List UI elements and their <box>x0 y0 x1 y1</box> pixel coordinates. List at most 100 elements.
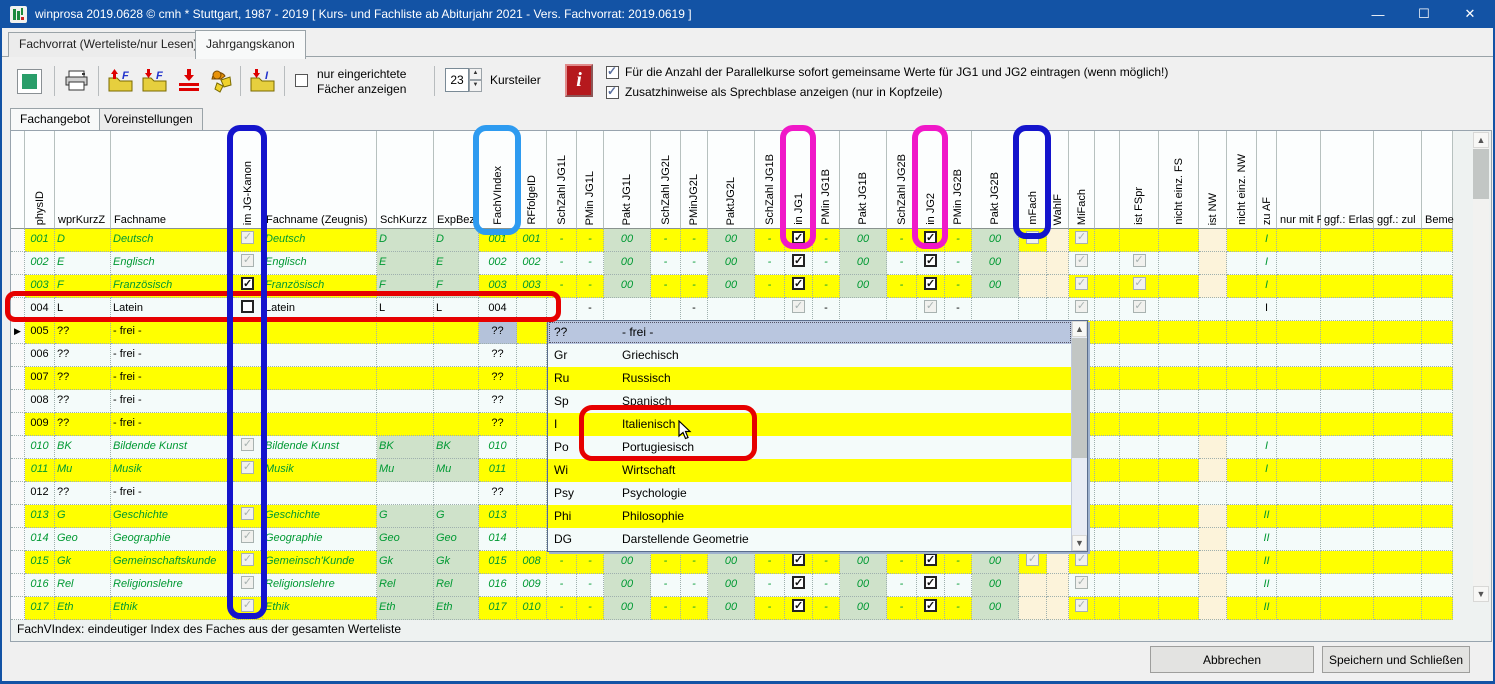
grid-cell-a2l[interactable] <box>708 298 755 321</box>
grid-cell-sk[interactable]: L <box>377 298 434 321</box>
grid-cell-c28[interactable] <box>1095 298 1120 321</box>
dropdown-item[interactable]: PoPortugiesisch <box>548 436 1072 459</box>
grid-cell-name[interactable]: - frei - <box>111 482 233 505</box>
dropdown-item[interactable]: SpSpanisch <box>548 390 1072 413</box>
grid-cell-physid[interactable]: 004 <box>25 298 55 321</box>
grid-cell-fvi[interactable]: 015 <box>479 551 517 574</box>
grid-cell-sk[interactable] <box>377 413 434 436</box>
grid-cell-s1b[interactable]: - <box>755 574 785 597</box>
grid-cell-name[interactable]: Gemeinschaftskunde <box>111 551 233 574</box>
grid-cell-s1l[interactable]: - <box>547 574 577 597</box>
grid-cell-a2b[interactable] <box>972 298 1019 321</box>
grid-cell-mfach[interactable] <box>1019 597 1047 620</box>
grid-cell-nw[interactable] <box>1199 459 1227 482</box>
dropdown-item[interactable]: GrGriechisch <box>548 344 1072 367</box>
grid-cell-jg1[interactable]: ✓ <box>785 229 813 252</box>
grid-cell-fvi[interactable]: ?? <box>479 482 517 505</box>
grid-cell-mifach[interactable]: ✓ <box>1069 597 1095 620</box>
grid-cell-wpr[interactable]: Eth <box>55 597 111 620</box>
grid-cell-nw[interactable] <box>1199 229 1227 252</box>
grid-cell-fspr[interactable] <box>1120 229 1159 252</box>
grid-cell-nefs[interactable] <box>1159 252 1199 275</box>
grid-cell-jg1[interactable]: ✓ <box>785 597 813 620</box>
grid-cell-jg2[interactable]: ✓ <box>917 551 945 574</box>
grid-cell-zul[interactable] <box>1374 252 1422 275</box>
grid-cell-wpr[interactable]: ?? <box>55 413 111 436</box>
grid-cell-nurmitp[interactable] <box>1277 321 1321 344</box>
grid-cell-nenw[interactable] <box>1227 252 1257 275</box>
grid-cell-name[interactable]: Ethik <box>111 597 233 620</box>
grid-cell-erlas[interactable] <box>1321 528 1374 551</box>
grid-cell-kanon[interactable]: ✓ <box>233 574 263 597</box>
grid-cell-p2l[interactable]: - <box>681 574 708 597</box>
grid-cell-zuaf[interactable]: II <box>1257 528 1277 551</box>
grid-cell-nefs[interactable] <box>1159 574 1199 597</box>
grid-cell-erlas[interactable] <box>1321 390 1374 413</box>
grid-cell-wpr[interactable]: L <box>55 298 111 321</box>
grid-cell-s2b[interactable]: - <box>887 229 917 252</box>
grid-cell-physid[interactable]: 002 <box>25 252 55 275</box>
grid-cell-s2b[interactable]: - <box>887 551 917 574</box>
grid-cell-nw[interactable] <box>1199 275 1227 298</box>
cell-checkbox[interactable]: ✓ <box>924 576 937 589</box>
grid-cell-a2l[interactable]: 00 <box>708 597 755 620</box>
grid-cell-sk[interactable] <box>377 482 434 505</box>
grid-cell-kanon[interactable] <box>233 390 263 413</box>
cell-checkbox[interactable]: ✓ <box>924 231 937 244</box>
grid-cell-name[interactable]: Englisch <box>111 252 233 275</box>
grid-cell-erlas[interactable] <box>1321 505 1374 528</box>
grid-cell-mifach[interactable]: ✓ <box>1069 298 1095 321</box>
grid-cell-kanon[interactable] <box>233 367 263 390</box>
scroll-up-icon[interactable]: ▲ <box>1473 132 1489 148</box>
grid-cell-fvi[interactable]: 002 <box>479 252 517 275</box>
grid-cell-zul[interactable] <box>1374 436 1422 459</box>
grid-cell-a2b[interactable]: 00 <box>972 551 1019 574</box>
grid-cell-c28[interactable] <box>1095 321 1120 344</box>
grid-cell-eb[interactable]: D <box>434 229 479 252</box>
grid-cell-zuaf[interactable]: II <box>1257 597 1277 620</box>
grid-cell-erlas[interactable] <box>1321 436 1374 459</box>
dropdown-scroll-down-icon[interactable]: ▼ <box>1072 535 1087 551</box>
grid-cell-erlas[interactable] <box>1321 229 1374 252</box>
grid-cell-nefs[interactable] <box>1159 505 1199 528</box>
grid-cell-nenw[interactable] <box>1227 298 1257 321</box>
grid-cell-zeugnis[interactable] <box>263 367 377 390</box>
grid-cell-beme[interactable] <box>1422 252 1453 275</box>
grid-cell-a2l[interactable]: 00 <box>708 229 755 252</box>
grid-cell-eb[interactable]: G <box>434 505 479 528</box>
grid-cell-erlas[interactable] <box>1321 413 1374 436</box>
grid-cell-beme[interactable] <box>1422 482 1453 505</box>
grid-cell-nurmitp[interactable] <box>1277 413 1321 436</box>
dropdown-scroll-up-icon[interactable]: ▲ <box>1072 321 1087 337</box>
grid-cell-p1b[interactable]: - <box>813 597 840 620</box>
grid-cell-nefs[interactable] <box>1159 551 1199 574</box>
grid-cell-mfach[interactable]: ✓ <box>1019 551 1047 574</box>
grid-cell-fvi[interactable]: 001 <box>479 229 517 252</box>
grid-cell-zuaf[interactable]: I <box>1257 229 1277 252</box>
grid-cell-rf[interactable] <box>517 344 547 367</box>
grid-cell-a2l[interactable]: 00 <box>708 551 755 574</box>
grid-cell-fvi[interactable]: 004 <box>479 298 517 321</box>
grid-cell-beme[interactable] <box>1422 390 1453 413</box>
grid-cell-s1l[interactable]: - <box>547 275 577 298</box>
grid-cell-rf[interactable] <box>517 390 547 413</box>
grid-cell-sk[interactable]: BK <box>377 436 434 459</box>
grid-cell-kanon[interactable]: ✓ <box>233 528 263 551</box>
grid-cell-kanon[interactable]: ✓ <box>233 229 263 252</box>
grid-cell-zul[interactable] <box>1374 344 1422 367</box>
grid-cell-a1l[interactable]: 00 <box>604 574 651 597</box>
grid-cell-nurmitp[interactable] <box>1277 390 1321 413</box>
green-square-button[interactable] <box>14 66 44 96</box>
grid-cell-wpr[interactable]: ?? <box>55 482 111 505</box>
grid-cell-nenw[interactable] <box>1227 597 1257 620</box>
grid-cell-zuaf[interactable]: I <box>1257 298 1277 321</box>
grid-cell-fvi[interactable]: 010 <box>479 436 517 459</box>
grid-cell-nenw[interactable] <box>1227 413 1257 436</box>
grid-cell-zuaf[interactable]: II <box>1257 574 1277 597</box>
grid-cell-physid[interactable]: 006 <box>25 344 55 367</box>
grid-cell-nurmitp[interactable] <box>1277 597 1321 620</box>
grid-cell-jg2[interactable]: ✓ <box>917 298 945 321</box>
grid-cell-p1b[interactable]: - <box>813 229 840 252</box>
grid-cell-s1b[interactable]: - <box>755 551 785 574</box>
grid-cell-a1b[interactable]: 00 <box>840 229 887 252</box>
